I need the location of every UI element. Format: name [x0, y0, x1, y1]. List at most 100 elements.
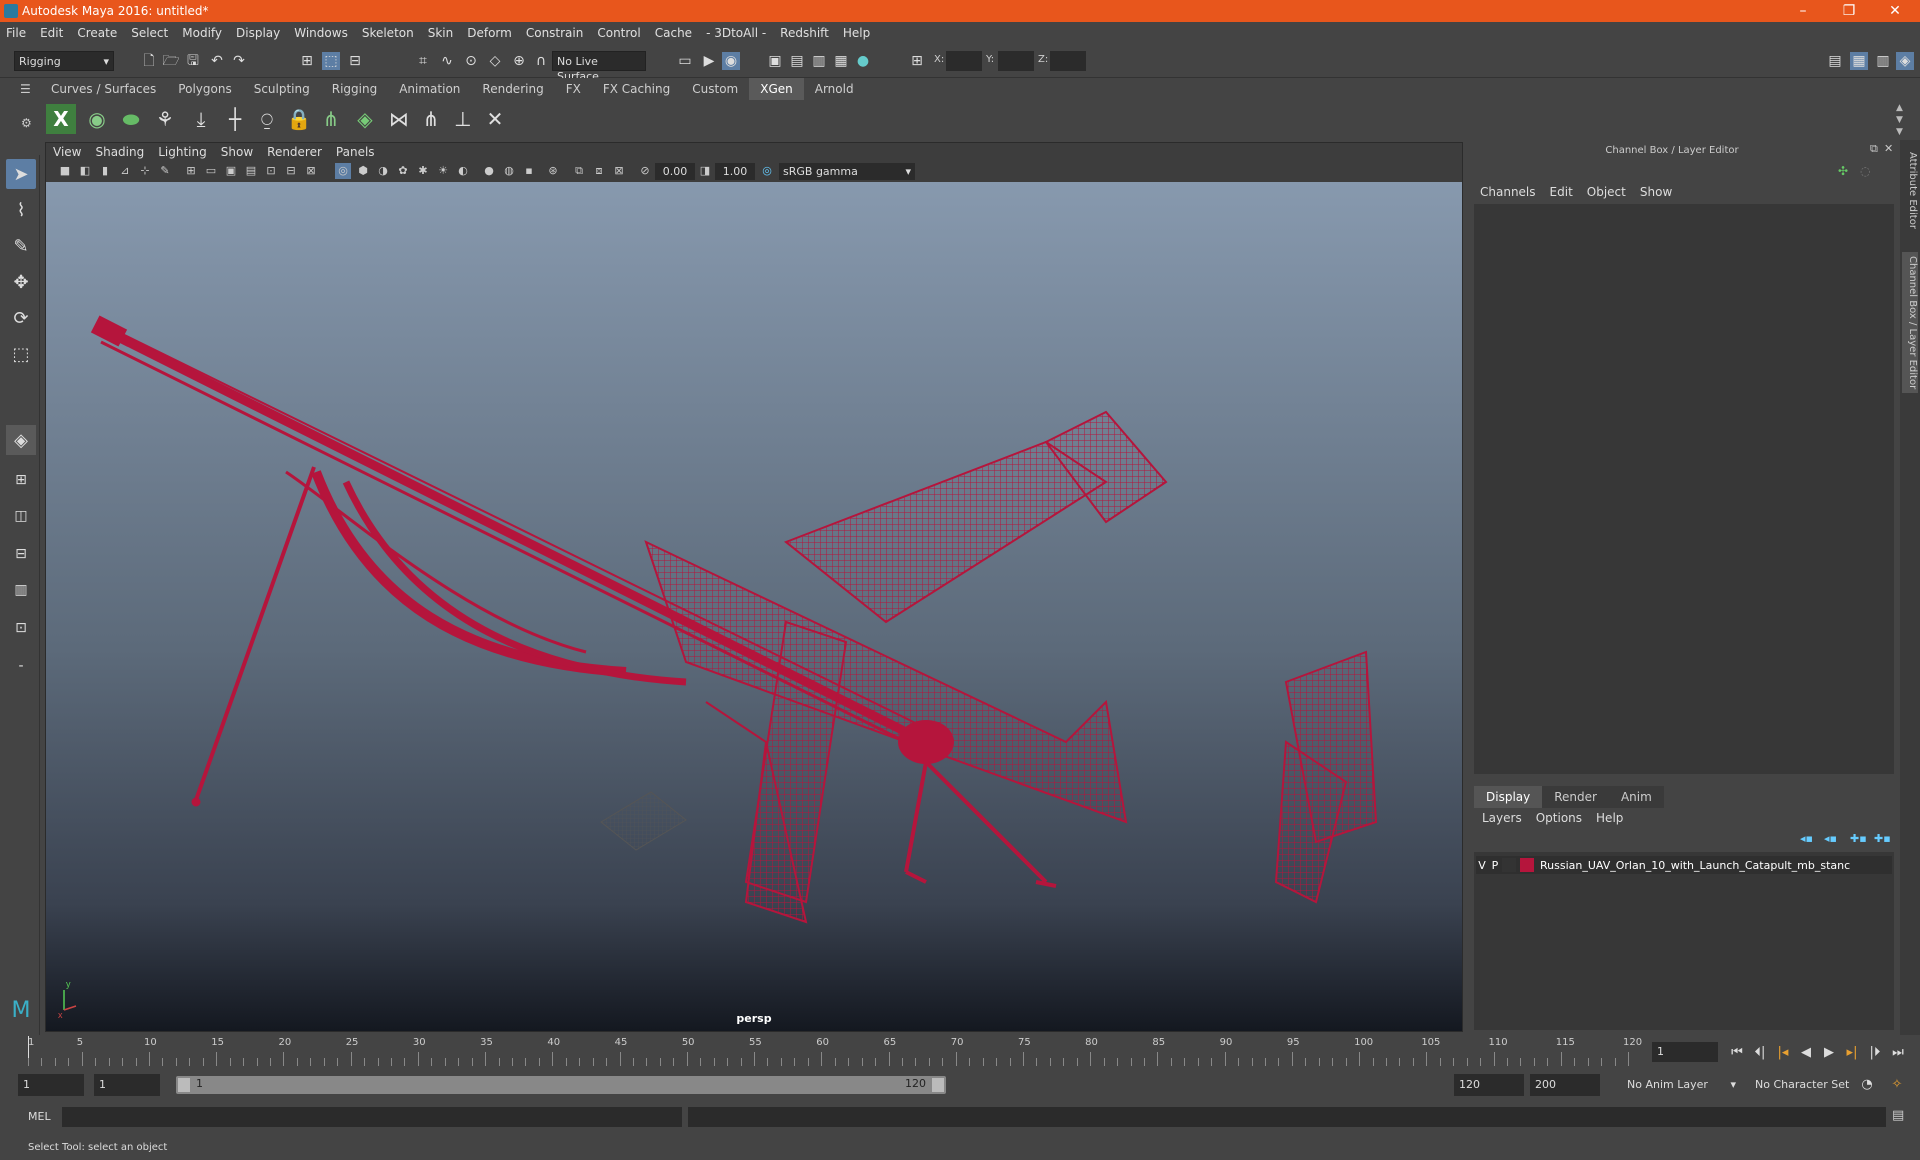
grease-pencil-icon[interactable]: ✎	[157, 163, 173, 179]
xray-icon[interactable]: ✱	[415, 163, 431, 179]
undo-icon[interactable]: ↶	[208, 52, 226, 70]
frame-all-icon[interactable]: ⊠	[611, 163, 627, 179]
step-back-key-icon[interactable]: |◂	[1774, 1044, 1792, 1062]
vp-menu-shading[interactable]: Shading	[95, 145, 144, 159]
playback-end-input[interactable]: 120	[1454, 1074, 1524, 1096]
menu-create[interactable]: Create	[77, 26, 117, 40]
four-view-layout-icon[interactable]: ⊞	[6, 465, 36, 495]
safe-title-icon[interactable]: ⊠	[303, 163, 319, 179]
layer-playback-toggle[interactable]: P	[1488, 859, 1502, 872]
isolate-select-icon[interactable]: ⊛	[545, 163, 561, 179]
restore-button[interactable]: ❐	[1826, 0, 1872, 22]
anim-layer-dropdown[interactable]: No Anim Layer ▾	[1622, 1074, 1740, 1096]
exposure-icon[interactable]: ⊘	[637, 163, 653, 179]
gamma-input[interactable]: 1.00	[715, 163, 755, 180]
gate-mask-icon[interactable]: ▤	[243, 163, 259, 179]
menu-edit[interactable]: Edit	[40, 26, 63, 40]
animation-start-input[interactable]: 1	[18, 1074, 84, 1096]
z-input[interactable]	[1050, 51, 1086, 71]
vp-menu-lighting[interactable]: Lighting	[158, 145, 207, 159]
shelf-menu-icon[interactable]: ☰	[20, 82, 31, 96]
paint-select-tool-icon[interactable]: ✎	[6, 231, 36, 261]
snap-view-plane-icon[interactable]: ◇	[486, 52, 504, 70]
channel-box-area[interactable]	[1474, 204, 1894, 774]
manipulator-icon[interactable]: ✣	[1838, 164, 1848, 178]
select-hierarchy-icon[interactable]: ⊞	[298, 52, 316, 70]
magnet-icon[interactable]: ∩	[532, 52, 550, 70]
step-back-icon[interactable]: ⏴|	[1751, 1044, 1769, 1062]
cb-menu-show[interactable]: Show	[1640, 185, 1672, 199]
shadows-icon[interactable]: ◐	[455, 163, 471, 179]
ipr-render-icon[interactable]: ◉	[722, 52, 740, 70]
xgen-guides-icon[interactable]: ⚘	[150, 104, 180, 134]
new-layer-selected-icon[interactable]: ✚▪	[1874, 832, 1891, 845]
layer-type-toggle[interactable]	[1502, 858, 1516, 872]
vp-menu-view[interactable]: View	[53, 145, 81, 159]
tab-render[interactable]: Render	[1542, 786, 1609, 808]
menu-windows[interactable]: Windows	[294, 26, 348, 40]
render-view-icon[interactable]: ▶	[700, 52, 718, 70]
animation-preferences-icon[interactable]: ✧	[1888, 1076, 1906, 1094]
vp-menu-panels[interactable]: Panels	[336, 145, 375, 159]
tab-custom[interactable]: Custom	[681, 78, 749, 100]
vp-menu-renderer[interactable]: Renderer	[267, 145, 322, 159]
tab-channel-box-layer-editor[interactable]: Channel Box / Layer Editor	[1902, 252, 1918, 394]
step-forward-icon[interactable]: |⏵	[1866, 1044, 1884, 1062]
render-settings-icon[interactable]: ▥	[810, 52, 828, 70]
xgen-create-description-icon[interactable]: ⬬	[116, 104, 146, 134]
tab-fx-caching[interactable]: FX Caching	[592, 78, 681, 100]
save-scene-icon[interactable]: 🖫	[184, 52, 202, 70]
xgen-sculpt-guide-icon[interactable]: ⍜	[252, 104, 282, 134]
field-chart-icon[interactable]: ⊡	[263, 163, 279, 179]
cb-menu-channels[interactable]: Channels	[1480, 185, 1536, 199]
close-panel-icon[interactable]: ✕	[1884, 142, 1893, 155]
single-view-layout-icon[interactable]: ◈	[6, 425, 36, 455]
tab-arnold[interactable]: Arnold	[804, 78, 865, 100]
snap-live-icon[interactable]: ⊕	[510, 52, 528, 70]
viewport-3d[interactable]: y x persp	[46, 182, 1462, 1031]
move-layer-down-icon[interactable]: ◂▪	[1824, 832, 1837, 845]
modeling-toolkit-icon[interactable]: ▤	[1826, 52, 1844, 70]
hypershade-layout-icon[interactable]: ⊡	[6, 613, 36, 643]
le-menu-layers[interactable]: Layers	[1482, 811, 1522, 825]
minimize-button[interactable]: –	[1780, 0, 1826, 22]
script-editor-icon[interactable]: ▤	[1892, 1108, 1904, 1123]
menuset-dropdown[interactable]: Rigging ▾	[14, 51, 114, 71]
step-forward-key-icon[interactable]: ▸|	[1843, 1044, 1861, 1062]
playback-start-input[interactable]: 1	[94, 1074, 160, 1096]
menu-constrain[interactable]: Constrain	[526, 26, 584, 40]
menu-deform[interactable]: Deform	[467, 26, 512, 40]
image-plane-icon[interactable]: ⊿	[117, 163, 133, 179]
xgen-comb-icon[interactable]: ⋈	[384, 104, 414, 134]
snap-grid-icon[interactable]: ⌗	[414, 52, 432, 70]
rotate-tool-icon[interactable]: ⟳	[6, 303, 36, 333]
grid-toggle-icon[interactable]: ⊞	[183, 163, 199, 179]
character-set-dropdown[interactable]: No Character Set	[1750, 1074, 1868, 1096]
mel-label[interactable]: MEL	[28, 1110, 51, 1123]
bookmark-icon[interactable]: ▮	[97, 163, 113, 179]
menu-help[interactable]: Help	[843, 26, 870, 40]
close-button[interactable]: ✕	[1872, 0, 1918, 22]
new-scene-icon[interactable]: 🗋	[140, 52, 158, 70]
open-scene-icon[interactable]: 🗁	[162, 52, 180, 70]
cb-menu-edit[interactable]: Edit	[1550, 185, 1573, 199]
select-tool-icon[interactable]: ➤	[6, 159, 36, 189]
xgen-groom-icon[interactable]: ⋔	[316, 104, 346, 134]
snap-point-icon[interactable]: ⊙	[462, 52, 480, 70]
tab-xgen[interactable]: XGen	[749, 78, 804, 100]
smooth-shade-icon[interactable]: ⬢	[355, 163, 371, 179]
more-layouts-icon[interactable]: -	[6, 651, 36, 681]
tab-display[interactable]: Display	[1474, 786, 1543, 808]
menu-skeleton[interactable]: Skeleton	[362, 26, 414, 40]
select-object-icon[interactable]: ⬚	[322, 52, 340, 70]
auto-key-icon[interactable]: ◔	[1858, 1076, 1876, 1094]
menu-file[interactable]: File	[6, 26, 26, 40]
layer-name[interactable]: Russian_UAV_Orlan_10_with_Launch_Catapul…	[1540, 859, 1850, 872]
tab-attribute-editor[interactable]: Attribute Editor	[1902, 152, 1918, 229]
color-management-icon[interactable]: ◎	[759, 163, 775, 179]
scale-tool-icon[interactable]: ⬚	[6, 339, 36, 369]
xgen-add-guide-icon[interactable]: ⤓	[186, 104, 216, 134]
go-to-start-icon[interactable]: ⏮	[1728, 1044, 1746, 1062]
camera-attributes-icon[interactable]: ◧	[77, 163, 93, 179]
xgen-plus-guide-icon[interactable]: ┼	[220, 104, 250, 134]
